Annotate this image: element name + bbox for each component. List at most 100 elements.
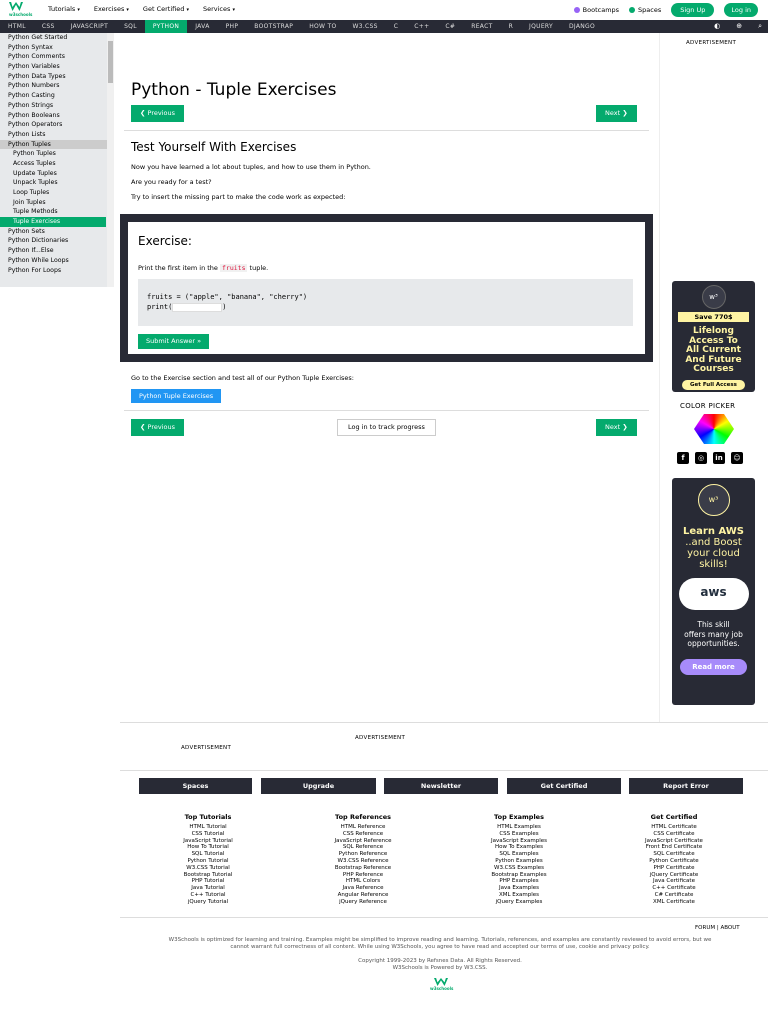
- sidebar-item[interactable]: Python While Loops: [0, 256, 114, 266]
- subnav-item-css[interactable]: CSS: [34, 20, 63, 33]
- ad-lifelong-access[interactable]: w³ Save 770$ Lifelong Access To All Curr…: [672, 281, 755, 392]
- footer-link[interactable]: Python Tutorial: [148, 858, 268, 865]
- footer-link[interactable]: How To Tutorial: [148, 844, 268, 851]
- footer-link[interactable]: Angular Reference: [303, 892, 423, 899]
- footer-link[interactable]: W3.CSS Examples: [459, 865, 579, 872]
- spaces-link[interactable]: Spaces: [629, 6, 661, 14]
- discord-icon[interactable]: ☺: [731, 452, 743, 464]
- signup-button[interactable]: Sign Up: [671, 3, 715, 17]
- footer-link[interactable]: Bootstrap Examples: [459, 872, 579, 879]
- sidebar-item[interactable]: Unpack Tuples: [0, 178, 114, 188]
- search-icon[interactable]: ⌕: [758, 22, 762, 31]
- subnav-item-python[interactable]: PYTHON: [144, 20, 188, 33]
- read-more-button[interactable]: Read more: [680, 658, 747, 675]
- sidebar-item[interactable]: Python Get Started: [0, 33, 114, 43]
- footer-link[interactable]: Bootstrap Reference: [303, 865, 423, 872]
- ad-learn-aws[interactable]: w³ Learn AWS ..and Boost your cloud skil…: [672, 478, 755, 705]
- footer-link[interactable]: C++ Tutorial: [148, 892, 268, 899]
- sidebar-item[interactable]: Python Booleans: [0, 111, 114, 121]
- footer-link[interactable]: SQL Examples: [459, 851, 579, 858]
- footer-button-upgrade[interactable]: Upgrade: [261, 778, 376, 794]
- instagram-icon[interactable]: ◎: [695, 452, 707, 464]
- footer-link[interactable]: Python Reference: [303, 851, 423, 858]
- footer-link[interactable]: C# Certificate: [614, 892, 734, 899]
- sidebar-item[interactable]: Python Numbers: [0, 81, 114, 91]
- sidebar-item[interactable]: Python For Loops: [0, 266, 114, 276]
- sidebar-item[interactable]: Python Variables: [0, 62, 114, 72]
- subnav-item-php[interactable]: PHP: [218, 20, 247, 33]
- track-progress-button[interactable]: Log in to track progress: [337, 419, 436, 436]
- previous-button-bottom[interactable]: ❮ Previous: [131, 419, 184, 436]
- subnav-item-sql[interactable]: SQL: [116, 20, 145, 33]
- submit-answer-button[interactable]: Submit Answer »: [138, 334, 210, 349]
- theme-toggle-icon[interactable]: ◐: [714, 22, 720, 31]
- globe-icon[interactable]: ⊕: [736, 22, 742, 31]
- footer-link[interactable]: CSS Certificate: [614, 831, 734, 838]
- footer-button-spaces[interactable]: Spaces: [139, 778, 252, 794]
- subnav-item-jquery[interactable]: JQUERY: [521, 20, 561, 33]
- footer-link[interactable]: Front End Certificate: [614, 844, 734, 851]
- footer-link[interactable]: Java Certificate: [614, 878, 734, 885]
- footer-button-newsletter[interactable]: Newsletter: [384, 778, 498, 794]
- sidebar-item[interactable]: Python Casting: [0, 91, 114, 101]
- footer-link[interactable]: PHP Reference: [303, 872, 423, 879]
- footer-link[interactable]: Java Reference: [303, 885, 423, 892]
- footer-link[interactable]: Java Examples: [459, 885, 579, 892]
- footer-button-get-certified[interactable]: Get Certified: [507, 778, 621, 794]
- sidebar-item[interactable]: Tuple Exercises: [0, 217, 106, 227]
- footer-link[interactable]: jQuery Reference: [303, 899, 423, 906]
- get-certified-menu[interactable]: Get Certified ▾: [143, 5, 189, 13]
- tutorials-menu[interactable]: Tutorials ▾: [48, 5, 80, 13]
- footer-link[interactable]: How To Examples: [459, 844, 579, 851]
- sidebar-item[interactable]: Python Tuples: [0, 139, 114, 150]
- about-link[interactable]: ABOUT: [720, 925, 739, 931]
- footer-link[interactable]: CSS Examples: [459, 831, 579, 838]
- sidebar-item[interactable]: Tuple Methods: [0, 207, 114, 217]
- sidebar-scrollbar[interactable]: [107, 33, 114, 287]
- footer-link[interactable]: Java Tutorial: [148, 885, 268, 892]
- footer-link[interactable]: SQL Tutorial: [148, 851, 268, 858]
- footer-link[interactable]: jQuery Examples: [459, 899, 579, 906]
- footer-link[interactable]: JavaScript Certificate: [614, 838, 734, 845]
- sidebar-item[interactable]: Python Data Types: [0, 72, 114, 82]
- sidebar-item[interactable]: Python Syntax: [0, 43, 114, 53]
- footer-link[interactable]: SQL Reference: [303, 844, 423, 851]
- sidebar-item[interactable]: Update Tuples: [0, 169, 114, 179]
- subnav-item-react[interactable]: REACT: [463, 20, 500, 33]
- subnav-item-c-[interactable]: C++: [406, 20, 437, 33]
- subnav-item-django[interactable]: DJANGO: [561, 20, 603, 33]
- footer-link[interactable]: HTML Certificate: [614, 824, 734, 831]
- sidebar-item[interactable]: Python Dictionaries: [0, 236, 114, 246]
- sidebar-item[interactable]: Access Tuples: [0, 159, 114, 169]
- footer-link[interactable]: C++ Certificate: [614, 885, 734, 892]
- subnav-item-bootstrap[interactable]: BOOTSTRAP: [246, 20, 301, 33]
- sidebar-item[interactable]: Python Sets: [0, 227, 114, 237]
- next-button[interactable]: Next ❯: [596, 105, 637, 122]
- subnav-item-javascript[interactable]: JAVASCRIPT: [63, 20, 116, 33]
- sidebar-item[interactable]: Python Operators: [0, 120, 114, 130]
- answer-input[interactable]: [172, 302, 223, 312]
- footer-link[interactable]: HTML Tutorial: [148, 824, 268, 831]
- sidebar-item[interactable]: Loop Tuples: [0, 188, 114, 198]
- services-menu[interactable]: Services ▾: [203, 5, 235, 13]
- sidebar-item[interactable]: Python If...Else: [0, 246, 114, 256]
- footer-link[interactable]: W3.CSS Reference: [303, 858, 423, 865]
- footer-link[interactable]: HTML Examples: [459, 824, 579, 831]
- previous-button[interactable]: ❮ Previous: [131, 105, 184, 122]
- login-button[interactable]: Log in: [724, 3, 758, 17]
- sidebar-item[interactable]: Python Strings: [0, 101, 114, 111]
- subnav-item-c-[interactable]: C#: [437, 20, 463, 33]
- scrollbar-thumb[interactable]: [108, 41, 113, 83]
- footer-link[interactable]: XML Certificate: [614, 899, 734, 906]
- bootcamps-link[interactable]: Bootcamps: [573, 6, 619, 14]
- footer-link[interactable]: HTML Colors: [303, 878, 423, 885]
- subnav-item-html[interactable]: HTML: [0, 20, 34, 33]
- tuple-exercises-button[interactable]: Python Tuple Exercises: [131, 389, 222, 403]
- footer-link[interactable]: Python Certificate: [614, 858, 734, 865]
- footer-link[interactable]: Python Examples: [459, 858, 579, 865]
- footer-link[interactable]: W3.CSS Tutorial: [148, 865, 268, 872]
- footer-link[interactable]: SQL Certificate: [614, 851, 734, 858]
- forum-link[interactable]: FORUM: [695, 925, 715, 931]
- footer-link[interactable]: HTML Reference: [303, 824, 423, 831]
- footer-link[interactable]: jQuery Tutorial: [148, 899, 268, 906]
